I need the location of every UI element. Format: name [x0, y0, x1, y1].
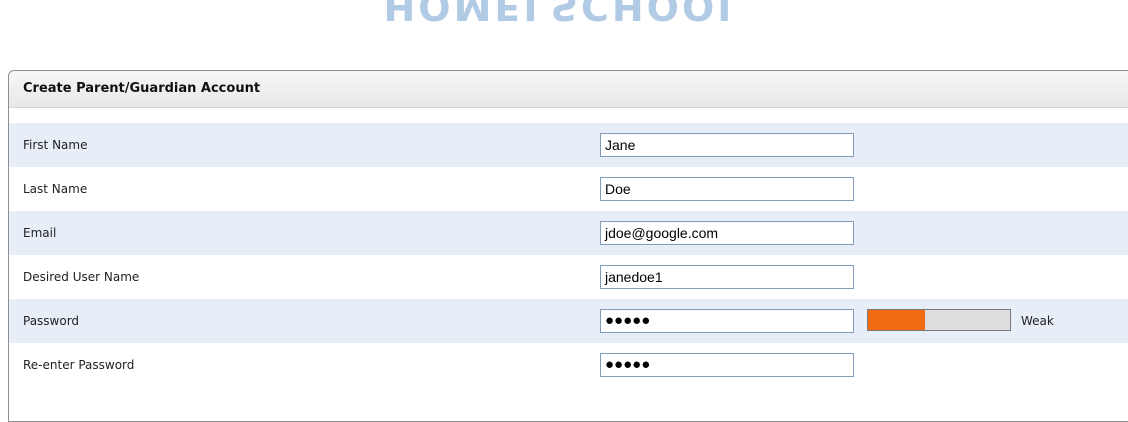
create-account-panel: Create Parent/Guardian Account First Nam…: [8, 70, 1128, 422]
row-email: Email jdoe@google.com: [9, 211, 1128, 255]
row-password: Password ●●●●● Weak: [9, 299, 1128, 343]
first-name-field[interactable]: Jane: [600, 133, 854, 157]
email-label: Email: [23, 226, 57, 240]
password-strength-meter: [867, 309, 1011, 331]
row-confirm-password: Re-enter Password ●●●●●: [9, 343, 1128, 387]
password-strength-fill: [868, 310, 925, 330]
first-name-label: First Name: [23, 138, 88, 152]
last-name-label: Last Name: [23, 182, 88, 196]
panel-title: Create Parent/Guardian Account: [9, 71, 1128, 108]
row-last-name: Last Name Doe: [9, 167, 1128, 211]
site-logo-text: HOMELSCHOOL: [383, 0, 745, 26]
last-name-field[interactable]: Doe: [600, 177, 854, 201]
password-field[interactable]: ●●●●●: [600, 309, 854, 333]
form-rows: First Name Jane Last Name Doe Email jdoe…: [9, 123, 1128, 387]
site-logo: HOMELSCHOOL: [0, 0, 1128, 26]
row-username: Desired User Name janedoe1: [9, 255, 1128, 299]
password-strength-label: Weak: [1021, 314, 1054, 328]
confirm-password-label: Re-enter Password: [23, 358, 135, 372]
row-first-name: First Name Jane: [9, 123, 1128, 167]
username-field[interactable]: janedoe1: [600, 265, 854, 289]
password-label: Password: [23, 314, 80, 328]
username-label: Desired User Name: [23, 270, 140, 284]
email-field[interactable]: jdoe@google.com: [600, 221, 854, 245]
confirm-password-field[interactable]: ●●●●●: [600, 353, 854, 377]
